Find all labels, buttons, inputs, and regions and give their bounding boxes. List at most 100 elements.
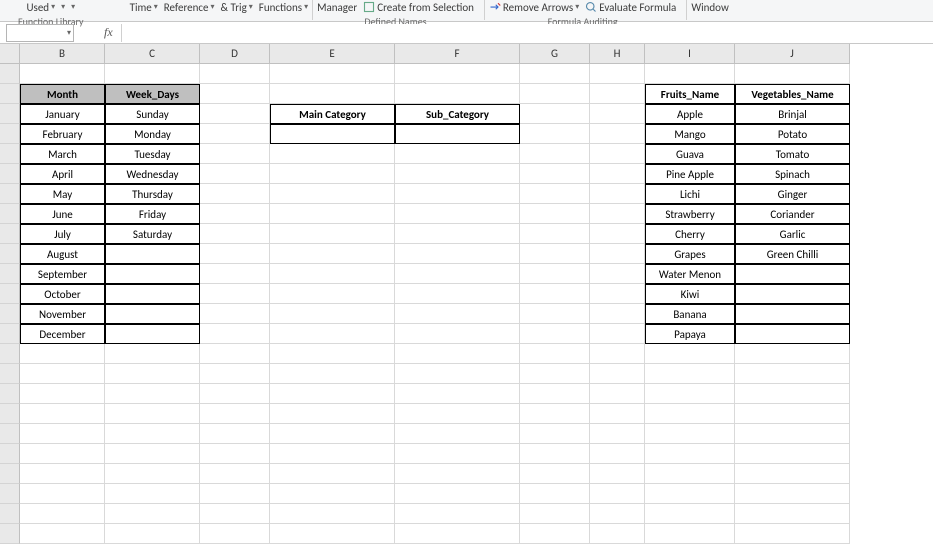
cell[interactable] — [520, 184, 590, 204]
cell[interactable]: Ginger — [735, 184, 850, 204]
ribbon-reference[interactable]: Reference▾ — [164, 1, 215, 14]
row-header[interactable] — [0, 464, 20, 484]
cell[interactable] — [520, 364, 590, 384]
cell[interactable] — [200, 144, 270, 164]
cell[interactable] — [520, 164, 590, 184]
cell[interactable] — [735, 444, 850, 464]
fx-icon[interactable]: fx — [104, 25, 113, 40]
cell[interactable] — [105, 384, 200, 404]
cell[interactable] — [395, 424, 520, 444]
row-header[interactable] — [0, 204, 20, 224]
cell[interactable]: Week_Days — [105, 84, 200, 104]
cell[interactable]: Thursday — [105, 184, 200, 204]
cell[interactable]: Water Menon — [645, 264, 735, 284]
cell[interactable] — [270, 244, 395, 264]
cell[interactable] — [590, 464, 645, 484]
cell[interactable] — [395, 244, 520, 264]
cell[interactable]: Mango — [645, 124, 735, 144]
cell[interactable] — [590, 304, 645, 324]
cell[interactable] — [270, 84, 395, 104]
cell[interactable] — [200, 264, 270, 284]
cell[interactable]: Fruits_Name — [645, 84, 735, 104]
cell[interactable] — [200, 304, 270, 324]
cell[interactable] — [590, 384, 645, 404]
cell[interactable] — [590, 364, 645, 384]
cell[interactable] — [590, 104, 645, 124]
formula-input[interactable] — [121, 24, 933, 42]
cells-grid[interactable]: MonthWeek_DaysFruits_NameVegetables_Name… — [20, 64, 850, 544]
cell[interactable] — [105, 404, 200, 424]
cell[interactable] — [520, 384, 590, 404]
ribbon-watch-window[interactable]: Window — [691, 1, 729, 14]
cell[interactable] — [105, 504, 200, 524]
cell[interactable] — [395, 364, 520, 384]
cell[interactable] — [105, 304, 200, 324]
cell[interactable]: September — [20, 264, 105, 284]
cell[interactable] — [735, 404, 850, 424]
cell[interactable] — [105, 464, 200, 484]
cell[interactable] — [395, 204, 520, 224]
cell[interactable]: June — [20, 204, 105, 224]
cell[interactable] — [20, 64, 105, 84]
cell[interactable] — [200, 184, 270, 204]
cell[interactable] — [270, 124, 395, 144]
cell[interactable] — [590, 404, 645, 424]
cell[interactable] — [590, 324, 645, 344]
cell[interactable] — [270, 484, 395, 504]
ribbon-evaluate-formula[interactable]: Evaluate Formula — [585, 1, 676, 14]
cell[interactable]: Spinach — [735, 164, 850, 184]
cell[interactable] — [270, 464, 395, 484]
cell[interactable] — [105, 284, 200, 304]
cell[interactable]: April — [20, 164, 105, 184]
ribbon-functions[interactable]: Functions▾ — [259, 1, 308, 14]
cell[interactable] — [520, 324, 590, 344]
cell[interactable] — [395, 184, 520, 204]
cell[interactable] — [590, 204, 645, 224]
cell[interactable] — [520, 424, 590, 444]
cell[interactable] — [105, 444, 200, 464]
cell[interactable] — [735, 304, 850, 324]
row-header[interactable] — [0, 144, 20, 164]
cell[interactable] — [520, 104, 590, 124]
cell[interactable] — [590, 484, 645, 504]
col-header-F[interactable]: F — [395, 44, 520, 64]
cell[interactable]: Tuesday — [105, 144, 200, 164]
cell[interactable] — [270, 344, 395, 364]
cell[interactable] — [270, 184, 395, 204]
cell[interactable] — [395, 144, 520, 164]
cell[interactable] — [645, 384, 735, 404]
ribbon-dropdown-2[interactable]: ▾ — [71, 2, 75, 12]
cell[interactable] — [590, 344, 645, 364]
cell[interactable] — [645, 404, 735, 424]
cell[interactable] — [200, 64, 270, 84]
col-header-H[interactable]: H — [590, 44, 645, 64]
cell[interactable] — [200, 464, 270, 484]
cell[interactable]: Coriander — [735, 204, 850, 224]
row-header[interactable] — [0, 344, 20, 364]
row-header[interactable] — [0, 364, 20, 384]
cell[interactable] — [520, 284, 590, 304]
cell[interactable] — [395, 324, 520, 344]
cell[interactable] — [200, 104, 270, 124]
cell[interactable] — [520, 264, 590, 284]
cell[interactable] — [20, 384, 105, 404]
cell[interactable] — [590, 244, 645, 264]
row-header[interactable] — [0, 64, 20, 84]
cell[interactable] — [735, 364, 850, 384]
cell[interactable] — [645, 444, 735, 464]
cell[interactable]: Lichi — [645, 184, 735, 204]
cell[interactable]: Brinjal — [735, 104, 850, 124]
row-header[interactable] — [0, 444, 20, 464]
cell[interactable] — [20, 364, 105, 384]
row-header[interactable] — [0, 304, 20, 324]
cell[interactable] — [200, 344, 270, 364]
cell[interactable] — [735, 64, 850, 84]
cell[interactable] — [590, 524, 645, 544]
cell[interactable]: Guava — [645, 144, 735, 164]
row-header[interactable] — [0, 84, 20, 104]
cell[interactable] — [520, 404, 590, 424]
cell[interactable] — [200, 504, 270, 524]
cell[interactable] — [520, 204, 590, 224]
cell[interactable] — [20, 444, 105, 464]
cell[interactable] — [270, 504, 395, 524]
